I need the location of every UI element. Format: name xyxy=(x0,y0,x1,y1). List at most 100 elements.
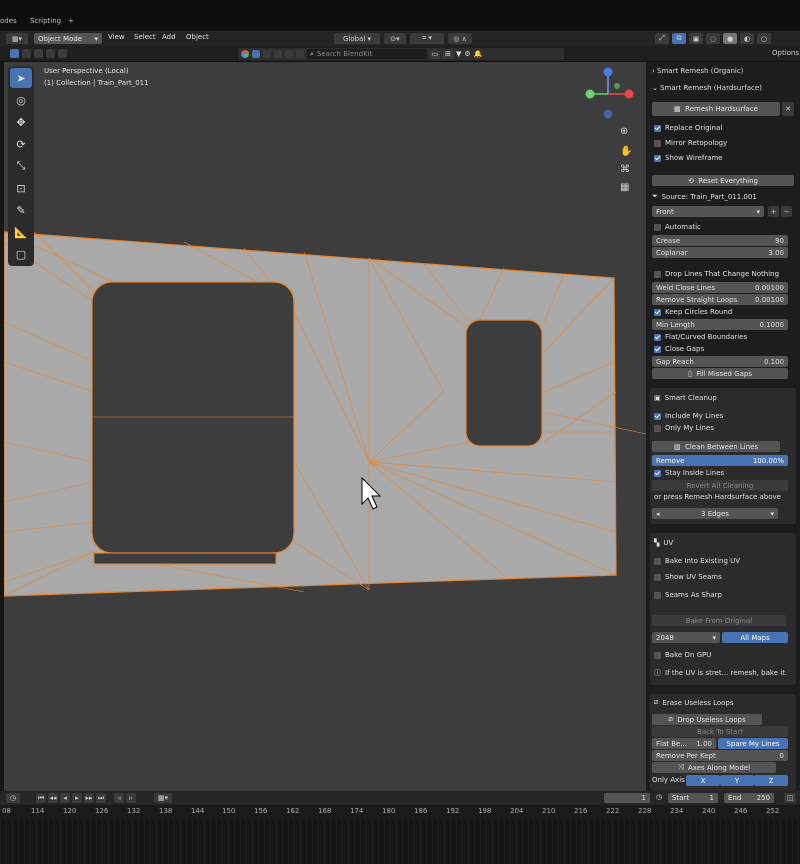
select-intersect-icon[interactable] xyxy=(58,49,67,58)
scene-type-icon[interactable] xyxy=(274,50,282,58)
drop-useless-button[interactable]: ⧄ Drop Useless Loops xyxy=(652,714,762,725)
navigation-gizmo[interactable] xyxy=(585,67,634,119)
settings-icon[interactable]: ⚙ xyxy=(464,50,470,58)
measure-tool-icon[interactable]: 📐 xyxy=(10,222,32,242)
view-nav-icons[interactable]: ⊕ ✋ ⌘ ▦ xyxy=(620,126,632,193)
material-type-icon[interactable] xyxy=(263,50,271,58)
next-key-icon[interactable]: ▸▸ xyxy=(84,793,94,803)
resolution-dropdown[interactable]: 2048 ▾ xyxy=(652,632,720,643)
coplanar-field[interactable]: Coplanar 3.00 xyxy=(652,247,788,258)
flat-curved-checkbox[interactable]: Flat/Curved Boundaries xyxy=(654,333,747,341)
mirror-retopology-checkbox[interactable]: Mirror Retopology xyxy=(654,139,727,147)
snap-icon[interactable]: ⌗ ▾ xyxy=(410,33,444,44)
play-icon[interactable]: ▸ xyxy=(72,793,82,803)
revert-all-button[interactable]: Revert All Cleaning xyxy=(652,480,788,491)
clear-search-icon[interactable]: ▭ xyxy=(430,49,440,59)
view-dropdown[interactable]: Front ▾ xyxy=(652,206,764,217)
select-invert-icon[interactable] xyxy=(46,49,55,58)
solid-shading-icon[interactable]: ● xyxy=(723,33,737,44)
scale-tool-icon[interactable]: ⤡ xyxy=(10,156,32,176)
pivot-icon[interactable]: ⊙▾ xyxy=(384,33,406,44)
bake-original-button[interactable]: Bake From Original xyxy=(652,615,786,626)
timeline-track[interactable] xyxy=(0,819,800,864)
jump-end-icon[interactable]: ⏭ xyxy=(96,793,106,803)
back-to-start-button[interactable]: Back To Start xyxy=(652,726,788,737)
current-frame-field[interactable]: 1 xyxy=(604,793,650,803)
remesh-hardsurface-button[interactable]: ▦ Remesh Hardsurface xyxy=(652,102,780,116)
menu-view[interactable]: View xyxy=(108,33,125,41)
select-tool-icon[interactable]: ➤ xyxy=(10,68,32,88)
weld-field[interactable]: Weld Close Lines 0.00100 xyxy=(652,282,788,293)
gizmo-icon[interactable]: ⤢ xyxy=(655,33,669,44)
asset-type-icon[interactable] xyxy=(252,50,260,58)
hardsurface-panel-header[interactable]: ⌄ Smart Remesh (Hardsurface) xyxy=(652,84,762,92)
smart-cleanup-header[interactable]: ▣ Smart Cleanup xyxy=(654,394,717,402)
end-frame-field[interactable]: End 250 xyxy=(724,793,774,803)
seams-sharp-checkbox[interactable]: Seams As Sharp xyxy=(654,591,722,599)
axis-x-toggle[interactable]: X xyxy=(686,775,720,786)
keyframe-prev-icon[interactable]: ◃ xyxy=(114,793,124,803)
keep-circles-checkbox[interactable]: Keep Circles Round xyxy=(654,308,732,316)
asset-browser-icon[interactable]: ⊞ xyxy=(443,49,453,59)
uv-header[interactable]: ▚ UV xyxy=(654,539,673,547)
replace-original-checkbox[interactable]: Replace Original xyxy=(654,124,722,132)
keyframe-next-icon[interactable]: ▹ xyxy=(126,793,136,803)
prev-key-icon[interactable]: ◂◂ xyxy=(48,793,58,803)
menu-select[interactable]: Select xyxy=(134,33,156,41)
move-tool-icon[interactable]: ✥ xyxy=(10,112,32,132)
edges-dropdown[interactable]: ◂ 3 Edges ▾ xyxy=(652,508,778,519)
remove-per-kept-field[interactable]: Remove Per Kept 0 xyxy=(652,750,788,761)
close-gaps-checkbox[interactable]: Close Gaps xyxy=(654,345,704,353)
bake-gpu-checkbox[interactable]: Bake On GPU xyxy=(654,651,711,659)
show-wireframe-checkbox[interactable]: Show Wireframe xyxy=(654,154,723,162)
gap-reach-field[interactable]: Gap Reach 0.100 xyxy=(652,356,788,367)
timeline-editor-icon[interactable]: ◷ xyxy=(6,793,20,803)
close-icon[interactable]: ✕ xyxy=(782,102,794,116)
transform-tool-icon[interactable]: ⊡ xyxy=(10,178,32,198)
flat-be-field[interactable]: Flat Be... 1.00 xyxy=(652,738,716,749)
axes-along-model-button[interactable]: ⤨ Axes Along Model xyxy=(652,762,776,773)
tab-scripting[interactable]: Scripting xyxy=(30,17,61,25)
clean-between-lines-button[interactable]: ▧ Clean Between Lines xyxy=(652,441,780,452)
annotate-tool-icon[interactable]: ✎ xyxy=(10,200,32,220)
material-shading-icon[interactable]: ◐ xyxy=(740,33,754,44)
menu-add[interactable]: Add xyxy=(162,33,176,41)
drop-lines-checkbox[interactable]: Drop Lines That Change Nothing xyxy=(654,270,779,278)
rotate-tool-icon[interactable]: ⟳ xyxy=(10,134,32,154)
select-subtract-icon[interactable] xyxy=(34,49,43,58)
erase-header[interactable]: ⧄ Erase Useless Loops xyxy=(654,698,734,707)
select-box-icon[interactable] xyxy=(10,49,19,58)
spare-my-lines-button[interactable]: Spare My Lines xyxy=(718,738,788,749)
menu-object[interactable]: Object xyxy=(186,33,209,41)
frame-ruler[interactable]: 08 114 120 126 132 138 144 150 156 162 1… xyxy=(0,805,800,819)
bake-existing-checkbox[interactable]: Bake Into Existing UV xyxy=(654,557,740,565)
select-extend-icon[interactable] xyxy=(22,49,31,58)
transform-orientation[interactable]: Global ▾ xyxy=(334,33,380,44)
include-my-lines-checkbox[interactable]: Include My Lines xyxy=(654,412,723,420)
add-icon[interactable]: + xyxy=(768,206,779,217)
reset-everything-button[interactable]: ⟲ Reset Everything xyxy=(652,175,794,186)
remove-icon[interactable]: − xyxy=(781,206,792,217)
tab-modes[interactable]: odes xyxy=(0,17,17,25)
crease-field[interactable]: Crease 90 xyxy=(652,235,788,246)
cursor-tool-icon[interactable]: ◎ xyxy=(10,90,32,110)
start-frame-field[interactable]: Start 1 xyxy=(668,793,718,803)
brush-type-icon[interactable] xyxy=(296,50,304,58)
play-reverse-icon[interactable]: ◂ xyxy=(60,793,70,803)
hdr-type-icon[interactable] xyxy=(285,50,293,58)
organic-panel-header[interactable]: › Smart Remesh (Organic) xyxy=(652,67,743,75)
editor-type-icon[interactable]: ▦▾ xyxy=(6,33,28,44)
wireframe-shading-icon[interactable]: ◌ xyxy=(706,33,720,44)
axis-y-toggle[interactable]: Y xyxy=(720,775,754,786)
search-input[interactable]: ⌕ Search BlendKit xyxy=(307,49,427,59)
jump-start-icon[interactable]: ⏮ xyxy=(36,793,46,803)
filter-icon[interactable]: ▼ xyxy=(456,50,461,58)
show-seams-checkbox[interactable]: Show UV Seams xyxy=(654,573,722,581)
remove-slider[interactable]: Remove 100.00% xyxy=(652,455,788,466)
overlay-icon[interactable]: ⧉ xyxy=(672,33,686,44)
add-cube-tool-icon[interactable]: ▢ xyxy=(10,244,32,264)
xray-icon[interactable]: ▣ xyxy=(689,33,703,44)
all-maps-button[interactable]: All Maps xyxy=(722,632,788,643)
options-menu[interactable]: Options xyxy=(772,49,799,57)
rendered-shading-icon[interactable]: ○ xyxy=(757,33,771,44)
